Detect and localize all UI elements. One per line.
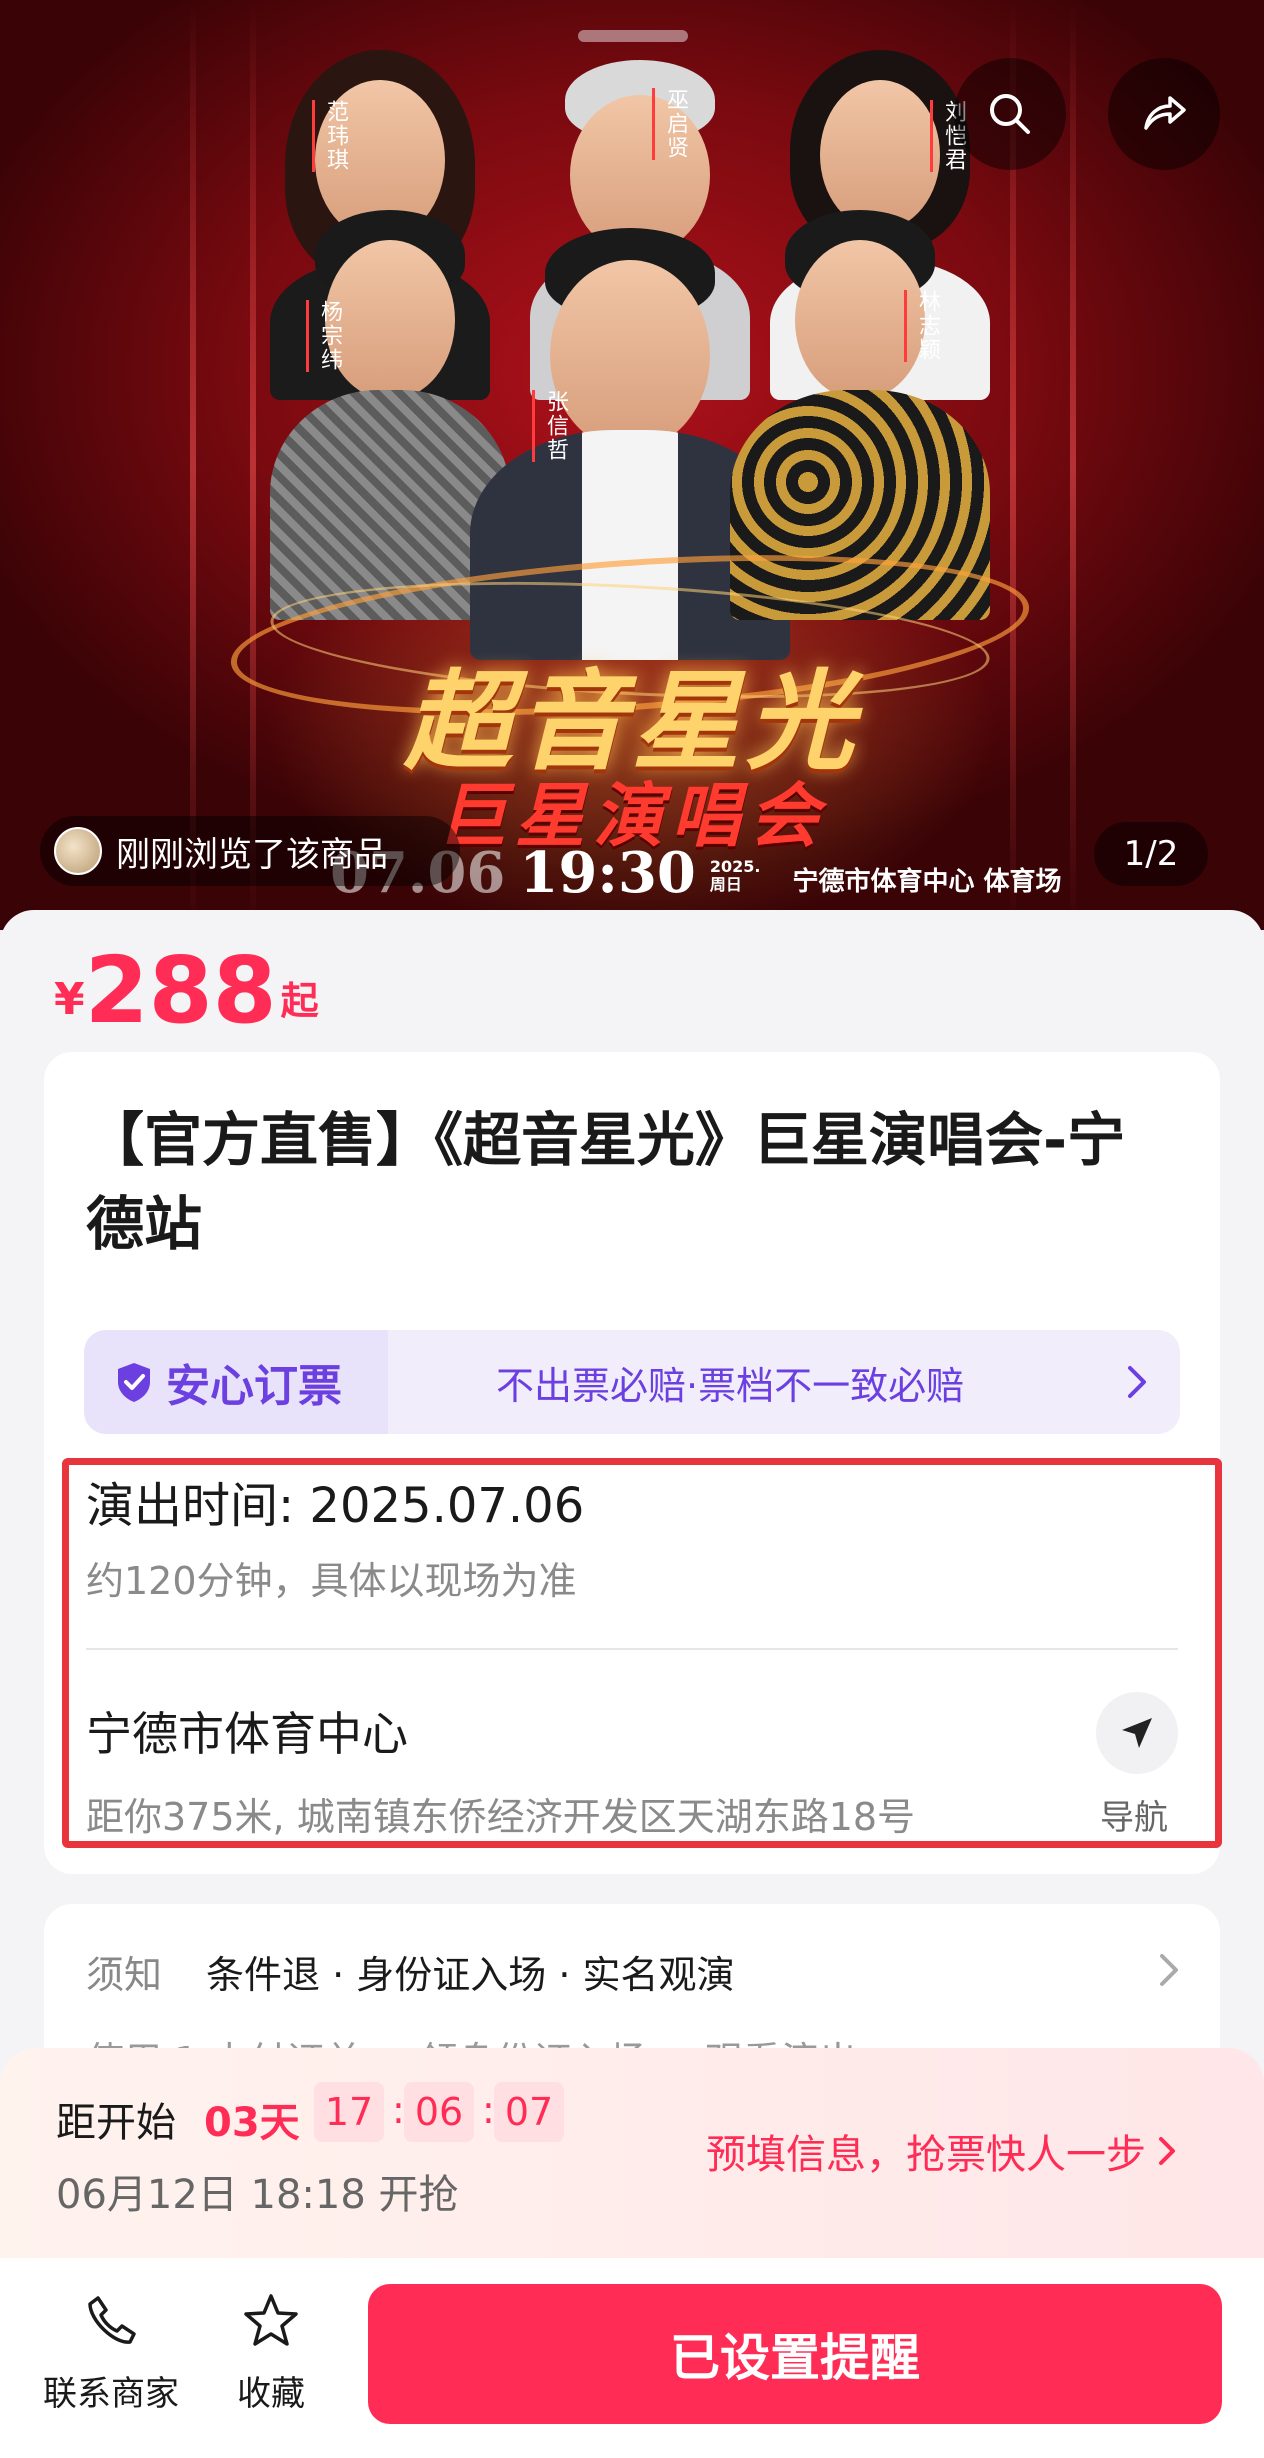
navigation-arrow-icon <box>1122 1718 1152 1748</box>
notice-label: 须知 <box>86 1953 163 1997</box>
show-duration: 约120分钟，具体以现场为准 <box>86 1559 577 1603</box>
recently-viewed-text: 刚刚浏览了该商品 <box>116 834 388 875</box>
prefill-info-text: 预填信息，抢票快人一步 <box>706 2132 1146 2178</box>
phone-icon <box>88 2296 136 2344</box>
assurance-banner[interactable]: 安心订票 不出票必赔·票档不一致必赔 <box>84 1330 1180 1434</box>
navigation-button[interactable] <box>1096 1692 1178 1774</box>
assurance-badge: 安心订票 <box>84 1330 388 1434</box>
performer-name-tag: 张信哲 <box>532 390 571 462</box>
notice-items: 条件退 · 身份证入场 · 实名观演 <box>206 1953 735 1997</box>
contact-merchant-button[interactable]: 联系商家 <box>36 2290 186 2415</box>
poster-time: 19:30 <box>519 840 696 906</box>
chevron-right-icon <box>1160 1954 1178 1986</box>
image-page-counter: 1/2 <box>1094 822 1208 886</box>
assurance-badge-label: 安心订票 <box>166 1361 342 1412</box>
price-suffix: 起 <box>280 979 319 1023</box>
hero-banner[interactable]: 范玮琪 巫启贤 刘恺君 杨宗纬 张信哲 林志颖 超音星光 巨星演唱会 07.06… <box>0 0 1264 930</box>
performer-name-tag: 林志颖 <box>904 290 943 362</box>
favorite-button[interactable]: 收藏 <box>196 2290 346 2415</box>
favorite-label: 收藏 <box>237 2374 305 2414</box>
price: ¥ 288 起 <box>54 945 319 1037</box>
navigation-label[interactable]: 导航 <box>1100 1790 1168 1839</box>
performer-name-tag: 巫启贤 <box>652 88 691 160</box>
recently-viewed-pill: 刚刚浏览了该商品 <box>40 816 460 886</box>
show-time: 演出时间: 2025.07.06 <box>86 1478 585 1534</box>
price-currency: ¥ <box>54 974 85 1025</box>
venue-name[interactable]: 宁德市体育中心 <box>86 1698 408 1764</box>
countdown-colon: : <box>392 2088 405 2132</box>
performer-name-tag: 范玮琪 <box>312 100 351 172</box>
avatar <box>54 827 102 875</box>
poster-weekday-text: 周日 <box>709 875 742 894</box>
notice-row[interactable]: 须知 条件退 · 身份证入场 · 实名观演 <box>86 1944 735 1999</box>
star-icon <box>244 2294 298 2346</box>
price-amount: 288 <box>84 937 277 1044</box>
poster-year-text: 2025. <box>709 857 761 876</box>
share-icon <box>1144 96 1186 130</box>
assurance-description: 不出票必赔·票档不一致必赔 <box>496 1363 965 1408</box>
countdown-label: 距开始 <box>56 2100 176 2146</box>
reminder-set-button[interactable]: 已设置提醒 <box>368 2284 1222 2424</box>
chevron-right-icon <box>1159 2137 1175 2165</box>
share-button[interactable] <box>1108 58 1220 170</box>
countdown-days: 03天 <box>204 2100 300 2146</box>
shield-check-icon <box>118 1363 150 1402</box>
countdown-minutes: 06 <box>404 2082 474 2142</box>
contact-merchant-label: 联系商家 <box>43 2374 179 2414</box>
product-title: 【官方直售】《超音星光》巨星演唱会-宁德站 <box>86 1106 1126 1258</box>
search-button[interactable] <box>954 58 1066 170</box>
poster-year: 2025. 周日 <box>710 858 761 894</box>
countdown-hours: 17 <box>314 2082 384 2142</box>
prefill-info-link[interactable]: 预填信息，抢票快人一步 <box>706 2122 1178 2180</box>
venue-address[interactable]: 距你375米, 城南镇东侨经济开发区天湖东路18号 <box>86 1786 915 1841</box>
divider <box>86 1648 1178 1650</box>
sale-open-time: 06月12日 18:18 开抢 <box>56 2172 459 2218</box>
performer-name-tag: 杨宗纬 <box>306 300 345 372</box>
countdown-seconds: 07 <box>494 2082 564 2142</box>
poster-venue: 宁德市体育中心 体育场 <box>792 867 1062 897</box>
countdown-colon: : <box>482 2088 495 2132</box>
assurance-description-wrap: 不出票必赔·票档不一致必赔 <box>388 1355 1180 1410</box>
chevron-right-icon <box>1128 1366 1146 1398</box>
search-icon <box>990 94 1030 134</box>
